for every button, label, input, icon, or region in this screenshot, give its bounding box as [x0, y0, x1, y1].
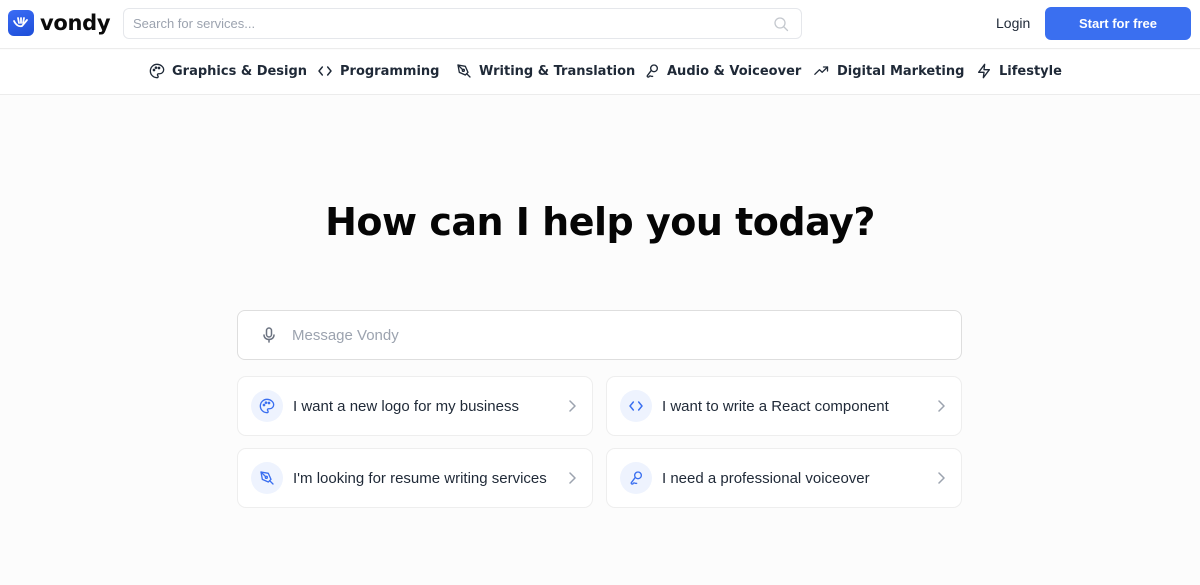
suggestion-card[interactable]: I want to write a React component — [606, 376, 962, 436]
category-label: Audio & Voiceover — [667, 63, 802, 79]
microphone-icon — [646, 64, 658, 78]
brand-logo[interactable]: vondy — [8, 10, 111, 36]
pen-nib-icon — [251, 462, 283, 494]
category-graphics-design[interactable]: Graphics & Design — [149, 63, 307, 79]
category-writing-translation[interactable]: Writing & Translation — [456, 63, 635, 79]
shaka-hand-icon — [8, 10, 34, 36]
suggestion-card[interactable]: I'm looking for resume writing services — [237, 448, 593, 508]
message-box — [237, 310, 962, 360]
microphone-icon — [620, 462, 652, 494]
palette-icon — [251, 390, 283, 422]
category-label: Lifestyle — [999, 63, 1062, 79]
chevron-right-icon — [937, 472, 945, 484]
category-nav: Graphics & Design Programming Writing & … — [0, 50, 1200, 95]
category-programming[interactable]: Programming — [317, 63, 439, 79]
code-icon — [318, 66, 332, 76]
page-title: How can I help you today? — [325, 200, 875, 244]
chevron-right-icon — [937, 400, 945, 412]
lightning-icon — [978, 63, 990, 79]
category-lifestyle[interactable]: Lifestyle — [976, 63, 1062, 79]
suggestion-card[interactable]: I need a professional voiceover — [606, 448, 962, 508]
category-label: Programming — [340, 63, 440, 79]
category-label: Writing & Translation — [479, 63, 636, 79]
pen-nib-icon — [457, 64, 471, 78]
category-digital-marketing[interactable]: Digital Marketing — [813, 63, 964, 79]
microphone-icon[interactable] — [262, 327, 276, 343]
chevron-right-icon — [568, 472, 576, 484]
search-icon[interactable] — [773, 16, 789, 36]
suggestion-label: I want to write a React component — [662, 397, 889, 415]
login-link[interactable]: Login — [996, 15, 1030, 31]
chevron-right-icon — [568, 400, 576, 412]
start-for-free-button[interactable]: Start for free — [1045, 7, 1191, 40]
suggestion-label: I'm looking for resume writing services — [293, 469, 547, 487]
message-input[interactable] — [292, 311, 961, 359]
palette-icon — [149, 63, 165, 79]
search-bar — [123, 8, 802, 39]
suggestion-label: I want a new logo for my business — [293, 397, 519, 415]
search-input[interactable] — [124, 9, 801, 38]
suggestion-label: I need a professional voiceover — [662, 469, 870, 487]
brand-name: vondy — [40, 11, 111, 35]
code-icon — [620, 390, 652, 422]
category-audio-voiceover[interactable]: Audio & Voiceover — [644, 63, 801, 79]
category-label: Digital Marketing — [837, 63, 965, 79]
top-header: vondy Login Start for free — [0, 0, 1200, 49]
suggestion-card[interactable]: I want a new logo for my business — [237, 376, 593, 436]
trending-up-icon — [814, 66, 829, 75]
category-label: Graphics & Design — [172, 63, 308, 79]
